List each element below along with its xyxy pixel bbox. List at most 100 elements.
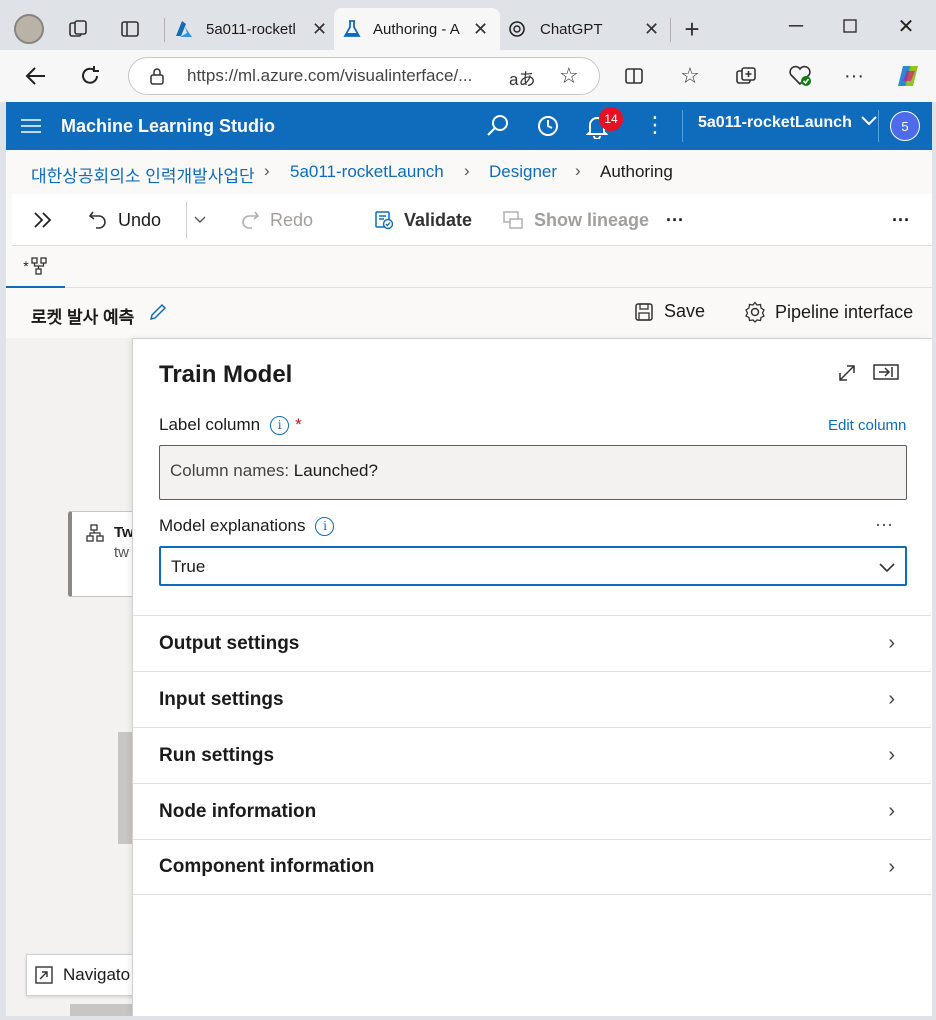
- minimize-icon[interactable]: ─: [776, 10, 816, 42]
- new-tab-icon[interactable]: +: [674, 11, 710, 47]
- redo-label: Redo: [270, 209, 314, 230]
- url-text[interactable]: https://ml.azure.com/visualinterface/...: [187, 66, 472, 86]
- unsaved-marker: *: [23, 258, 29, 274]
- tab-actions-icon[interactable]: [112, 11, 148, 47]
- tab-label: Authoring - A: [373, 20, 460, 38]
- designer-toolbar: Undo Redo Validate Show lineage ··· ···: [12, 194, 932, 246]
- chevron-right-icon: ›: [888, 632, 895, 654]
- chevron-right-icon: ›: [888, 688, 895, 710]
- show-lineage-label: Show lineage: [534, 209, 650, 230]
- refresh-icon[interactable]: [72, 58, 108, 94]
- workspace-selector[interactable]: 5a011-rocketLaunch: [698, 114, 878, 132]
- column-names-value: Launched?: [293, 461, 378, 480]
- expand-fullscreen-icon[interactable]: [837, 363, 857, 388]
- info-icon[interactable]: i: [270, 415, 290, 435]
- breadcrumb-item-current: Authoring: [600, 162, 673, 181]
- column-names-text: Column names: Launched?: [170, 461, 378, 481]
- favorites-icon[interactable]: ☆: [672, 58, 708, 94]
- horizontal-scrollbar[interactable]: [70, 1004, 132, 1016]
- chevron-down-icon: [860, 114, 878, 132]
- section-node-information[interactable]: Node information ›: [133, 783, 931, 839]
- edit-pencil-icon[interactable]: [148, 302, 168, 327]
- model-explanations-more-button[interactable]: ···: [875, 514, 893, 535]
- recent-history-icon[interactable]: [536, 114, 560, 143]
- flask-icon: [342, 19, 362, 39]
- toolbar-more-button[interactable]: ···: [666, 194, 684, 246]
- pipeline-interface-button[interactable]: Pipeline interface: [744, 301, 913, 323]
- validate-button[interactable]: Validate: [374, 194, 472, 246]
- chevron-right-icon: ›: [888, 800, 895, 822]
- navigator-button[interactable]: Navigato: [26, 954, 146, 996]
- edit-column-link[interactable]: Edit column: [828, 417, 906, 434]
- workspace-name: 5a011-rocketLaunch: [698, 114, 852, 131]
- model-explanations-dropdown[interactable]: True: [159, 546, 907, 586]
- breadcrumb-item-workspace[interactable]: 5a011-rocketLaunch: [290, 162, 444, 182]
- breadcrumb-separator-icon: ›: [264, 161, 270, 180]
- browser-tab-chatgpt[interactable]: ChatGPT ✕: [502, 8, 668, 50]
- section-title: Output settings: [159, 632, 300, 654]
- required-asterisk: *: [295, 415, 302, 434]
- expand-panel-icon[interactable]: [32, 194, 54, 246]
- canvas-scrollbar[interactable]: [118, 732, 132, 844]
- azure-icon: [174, 20, 194, 38]
- close-panel-icon[interactable]: [873, 363, 899, 386]
- show-lineage-button[interactable]: Show lineage: [502, 194, 649, 246]
- profile-avatar[interactable]: [14, 14, 44, 44]
- toolbar-overflow-button[interactable]: ···: [892, 194, 910, 246]
- section-title: Run settings: [159, 744, 275, 766]
- search-icon[interactable]: [486, 114, 510, 143]
- section-input-settings[interactable]: Input settings ›: [133, 671, 931, 727]
- chevron-right-icon: ›: [888, 744, 895, 766]
- breadcrumb-item-organization[interactable]: 대한상공회의소 인력개발사업단: [31, 162, 255, 187]
- tab-divider: [670, 18, 671, 42]
- tab-pipeline-graph[interactable]: *: [6, 246, 65, 288]
- node-subtitle: tw: [114, 544, 129, 561]
- favorite-star-icon[interactable]: ☆: [559, 63, 579, 89]
- section-run-settings[interactable]: Run settings ›: [133, 727, 931, 783]
- copilot-icon[interactable]: [890, 58, 926, 94]
- close-window-icon[interactable]: ✕: [886, 10, 926, 42]
- validate-icon: [374, 210, 394, 230]
- section-component-information[interactable]: Component information ›: [133, 839, 931, 895]
- browser-essentials-icon[interactable]: [782, 58, 818, 94]
- settings-more-icon[interactable]: ···: [836, 58, 872, 94]
- breadcrumb-item-designer[interactable]: Designer: [489, 162, 557, 182]
- lock-icon[interactable]: [149, 67, 165, 90]
- close-tab-icon[interactable]: ✕: [312, 19, 327, 40]
- browser-tab-authoring[interactable]: Authoring - A ✕: [334, 8, 500, 50]
- close-tab-icon[interactable]: ✕: [473, 19, 488, 40]
- tab-label: ChatGPT: [540, 20, 603, 38]
- workspaces-icon[interactable]: [60, 11, 96, 47]
- dropdown-value: True: [171, 557, 206, 576]
- chevron-down-icon: [879, 560, 895, 578]
- undo-dropdown-chevron-icon[interactable]: [194, 194, 206, 246]
- browser-tab-azure[interactable]: 5a011-rocketl ✕: [168, 8, 334, 50]
- section-output-settings[interactable]: Output settings ›: [133, 615, 931, 671]
- back-icon[interactable]: [18, 58, 54, 94]
- collections-icon[interactable]: [728, 58, 764, 94]
- hamburger-menu-icon[interactable]: [20, 116, 42, 136]
- split-screen-icon[interactable]: [616, 58, 652, 94]
- section-title: Node information: [159, 800, 317, 822]
- panel-title: Train Model: [159, 361, 293, 388]
- undo-button[interactable]: Undo: [88, 194, 161, 246]
- save-label: Save: [664, 301, 706, 321]
- tab-divider: [164, 18, 165, 42]
- navigator-label: Navigato: [63, 965, 131, 984]
- pipeline-title-row: 로켓 발사 예측 Save Pipeline interface: [6, 288, 932, 338]
- label-column-label: Label column: [159, 415, 261, 434]
- redo-button[interactable]: Redo: [240, 194, 313, 246]
- more-options-icon[interactable]: ⋮: [644, 112, 666, 138]
- user-avatar[interactable]: 5: [890, 111, 920, 141]
- info-icon[interactable]: i: [315, 516, 335, 536]
- maximize-icon[interactable]: [830, 10, 870, 42]
- section-title: Component information: [159, 856, 375, 877]
- app-title[interactable]: Machine Learning Studio: [61, 116, 275, 137]
- label-column-box[interactable]: Column names: Launched?: [159, 445, 907, 500]
- close-tab-icon[interactable]: ✕: [644, 19, 659, 40]
- openai-icon: [508, 20, 528, 38]
- address-bar[interactable]: https://ml.azure.com/visualinterface/...…: [128, 57, 600, 95]
- save-button[interactable]: Save: [634, 301, 705, 322]
- read-aloud-icon[interactable]: aあ: [509, 65, 535, 90]
- redo-icon: [240, 210, 260, 230]
